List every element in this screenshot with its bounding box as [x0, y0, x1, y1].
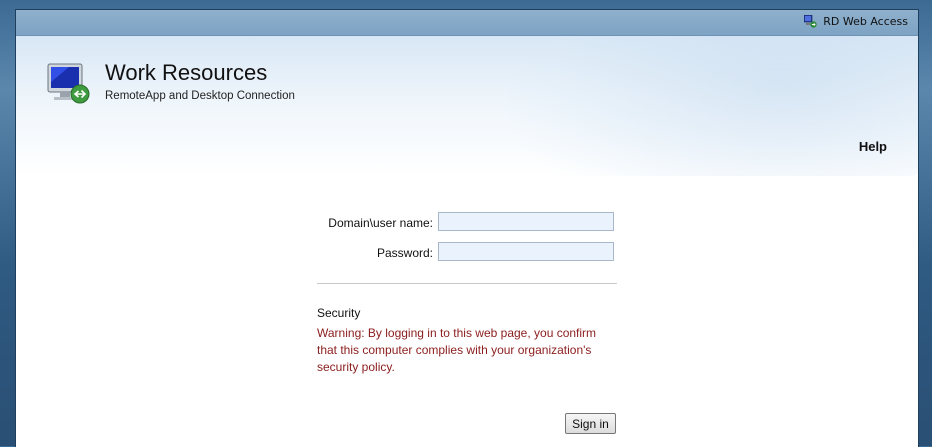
- sign-in-button[interactable]: Sign in: [565, 413, 616, 434]
- security-warning: Warning: By logging in to this web page,…: [317, 326, 597, 374]
- browser-page-frame: RD Web Access Work Resources RemoteApp a…: [15, 9, 919, 447]
- security-heading: Security: [317, 306, 361, 320]
- form-divider: [317, 283, 617, 284]
- username-label: Domain\user name:: [328, 216, 433, 230]
- password-input[interactable]: [438, 242, 614, 261]
- username-input[interactable]: [438, 212, 614, 231]
- login-form: Domain\user name: Password: Security War…: [16, 10, 918, 447]
- password-label: Password:: [376, 246, 433, 260]
